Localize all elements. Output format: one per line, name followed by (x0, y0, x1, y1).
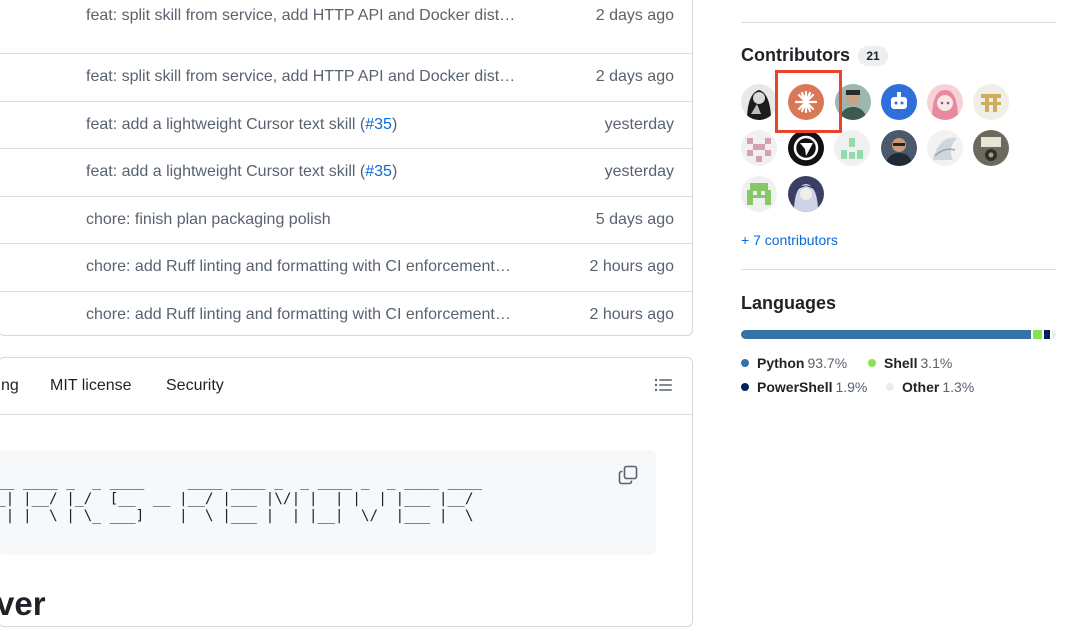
language-bar-segment-powershell (1044, 330, 1050, 339)
ascii-art-block: _ _ ___ _ _ _ ___ _ ___ _ ___ _ _ _ ___ _ _ _ … (0, 450, 656, 555)
pull-request-link[interactable]: #35 (365, 116, 392, 133)
language-percent: 93.7% (807, 355, 848, 371)
language-powershell[interactable]: PowerShell 1.9% (741, 379, 867, 395)
commit-message-text: ) (391, 163, 398, 180)
commit-time: 2 days ago (595, 68, 674, 85)
commit-message-text: feat: add a lightweight Cursor text skil… (86, 163, 366, 180)
tab-readme[interactable]: ng (1, 358, 19, 414)
language-name: Other (902, 379, 940, 395)
divider (741, 269, 1056, 270)
commit-time: 2 hours ago (589, 258, 674, 275)
file-row[interactable]: chore: add Ruff linting and formatting w… (0, 243, 692, 290)
avatar[interactable] (788, 130, 824, 166)
contributors-count-badge: 21 (858, 46, 888, 66)
file-row[interactable]: feat: add a lightweight Cursor text skil… (0, 101, 692, 148)
language-bar-segment-other (1051, 330, 1056, 339)
language-percent: 1.3% (942, 379, 975, 395)
language-bar-segment-python (741, 330, 1031, 339)
tab-security[interactable]: Security (166, 358, 224, 414)
language-color-dot (868, 359, 876, 367)
readme-panel: ng MIT license Security _ _ ___ _ _ _ ___ _… (0, 357, 693, 627)
avatar[interactable] (973, 130, 1009, 166)
avatar[interactable] (881, 130, 917, 166)
language-name: Shell (884, 355, 918, 371)
language-color-dot (741, 359, 749, 367)
language-percent: 1.9% (835, 379, 868, 395)
commit-message-text: feat: add a lightweight Cursor text skil… (86, 116, 366, 133)
readme-tabs: ng MIT license Security (0, 358, 692, 415)
list-unordered-icon[interactable] (654, 377, 672, 393)
commit-time: yesterday (604, 163, 674, 180)
avatar[interactable] (927, 130, 963, 166)
commit-message[interactable]: chore: add Ruff linting and formatting w… (86, 244, 511, 290)
tab-license[interactable]: MIT license (50, 358, 132, 414)
avatar[interactable] (741, 84, 777, 120)
commit-message[interactable]: chore: add Ruff linting and formatting w… (86, 292, 511, 338)
language-percent: 3.1% (920, 355, 953, 371)
commit-time: 5 days ago (595, 211, 674, 228)
copy-icon[interactable] (618, 465, 638, 485)
commit-message[interactable]: feat: add a lightweight Cursor text skil… (86, 149, 397, 195)
commit-message[interactable]: chore: finish plan packaging polish (86, 197, 331, 243)
language-name: Python (757, 355, 805, 371)
language-other[interactable]: Other 1.3% (886, 379, 974, 395)
language-python[interactable]: Python 93.7% (741, 355, 847, 371)
file-row[interactable]: feat: split skill from service, add HTTP… (0, 53, 692, 100)
avatar[interactable] (834, 130, 870, 166)
commit-time: yesterday (604, 116, 674, 133)
avatar[interactable] (927, 84, 963, 120)
more-contributors-link[interactable]: + 7 contributors (741, 232, 838, 248)
divider (741, 22, 1056, 23)
ascii-art: _ _ ___ _ _ _ ___ _ ___ _ ___ _ _ _ ___ _ _ _ … (0, 474, 483, 524)
file-row[interactable]: chore: add Ruff linting and formatting w… (0, 291, 692, 338)
commit-message[interactable]: feat: add a lightweight Cursor text skil… (86, 102, 397, 148)
language-shell[interactable]: Shell 3.1% (868, 355, 952, 371)
language-color-dot (886, 383, 894, 391)
avatar[interactable] (741, 130, 777, 166)
language-name: PowerShell (757, 379, 833, 395)
file-row[interactable]: feat: add a lightweight Cursor text skil… (0, 148, 692, 195)
language-color-dot (741, 383, 749, 391)
pull-request-link[interactable]: #35 (365, 163, 392, 180)
contributors-title[interactable]: Contributors (741, 45, 850, 66)
file-row[interactable]: feat: split skill from service, add HTTP… (0, 0, 692, 40)
commit-message[interactable]: feat: split skill from service, add HTTP… (86, 0, 515, 39)
avatar[interactable] (741, 176, 777, 212)
file-row[interactable]: chore: finish plan packaging polish 5 da… (0, 196, 692, 243)
avatar[interactable] (881, 84, 917, 120)
languages-title: Languages (741, 293, 837, 313)
language-bar (741, 330, 1056, 339)
file-list: feat: split skill from service, add HTTP… (0, 0, 693, 336)
commit-time: 2 days ago (595, 7, 674, 24)
language-bar-segment-shell (1032, 330, 1043, 339)
commit-time: 2 hours ago (589, 306, 674, 323)
commit-message[interactable]: feat: split skill from service, add HTTP… (86, 54, 515, 100)
highlight-box (775, 70, 842, 133)
avatar[interactable] (788, 176, 824, 212)
avatar[interactable] (973, 84, 1009, 120)
commit-message-text: ) (391, 116, 398, 133)
readme-heading: ver (0, 585, 46, 622)
